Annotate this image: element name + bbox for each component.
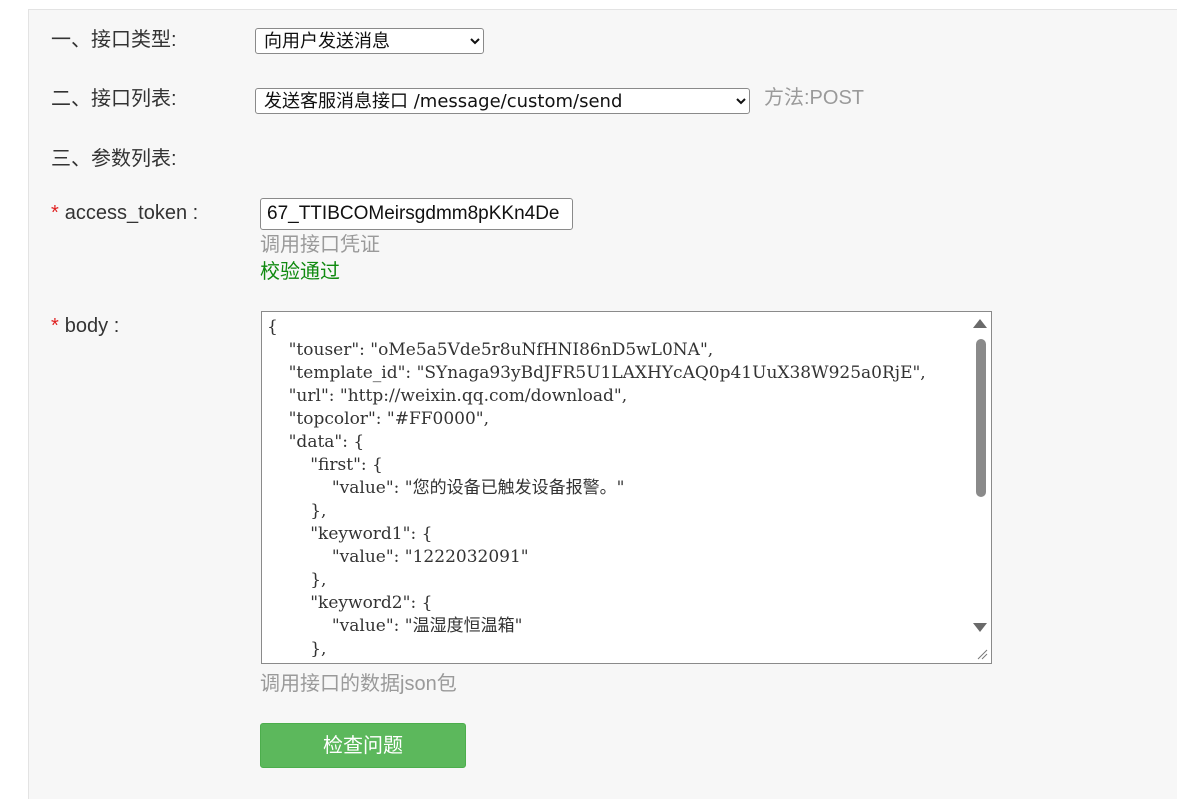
access-token-input[interactable] xyxy=(260,198,573,230)
resize-handle-icon[interactable] xyxy=(976,648,988,660)
section-interface-type-label: 一、接口类型: xyxy=(51,29,177,51)
scroll-up-arrow-icon[interactable] xyxy=(973,319,987,328)
access-token-help: 调用接口凭证 xyxy=(260,234,380,256)
method-label: 方法:POST xyxy=(764,87,865,109)
section-params-label: 三、参数列表: xyxy=(51,148,177,170)
required-mark: * xyxy=(51,315,59,337)
access-token-label: * access_token : xyxy=(51,201,198,225)
access-token-label-text: access_token : xyxy=(64,202,199,224)
interface-type-select[interactable]: 向用户发送消息 xyxy=(255,28,484,54)
body-scrollbar[interactable] xyxy=(969,312,991,663)
section-interface-list-label: 二、接口列表: xyxy=(51,88,177,110)
interface-list-select[interactable]: 发送客服消息接口 /message/custom/send xyxy=(255,88,750,114)
body-json-content[interactable]: { "touser": "oMe5a5Vde5r8uNfHNI86nD5wL0N… xyxy=(262,312,991,661)
check-problem-button[interactable]: 检查问题 xyxy=(260,723,466,768)
access-token-validation-status: 校验通过 xyxy=(260,261,340,283)
body-textarea[interactable]: { "touser": "oMe5a5Vde5r8uNfHNI86nD5wL0N… xyxy=(261,311,992,664)
scroll-thumb[interactable] xyxy=(976,339,986,497)
scroll-down-arrow-icon[interactable] xyxy=(973,623,987,632)
required-mark: * xyxy=(51,202,59,224)
body-label-text: body : xyxy=(64,315,120,337)
body-help: 调用接口的数据json包 xyxy=(260,673,457,695)
body-label: * body : xyxy=(51,314,119,338)
